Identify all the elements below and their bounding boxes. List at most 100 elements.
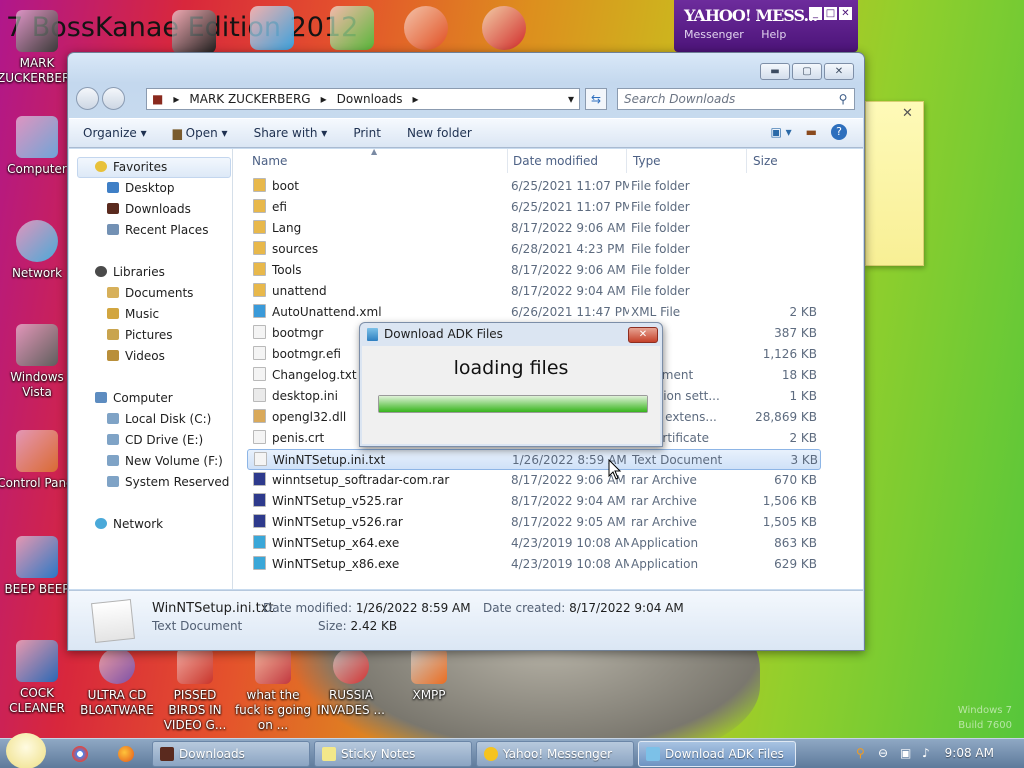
volume-icon[interactable]: ♪ xyxy=(922,746,930,760)
forward-icon[interactable] xyxy=(102,87,125,110)
file-size: 670 KB xyxy=(774,473,817,487)
back-icon[interactable] xyxy=(76,87,99,110)
maximize-button[interactable]: ▢ xyxy=(792,63,822,80)
nav-videos[interactable]: Videos xyxy=(107,346,165,367)
address-bar[interactable]: ■ ▸ MARK ZUCKERBERG ▸ Downloads ▸ ▾ xyxy=(146,88,580,110)
text-icon xyxy=(253,367,266,381)
desktop-icon-windows-vista[interactable]: Windows Vista xyxy=(0,324,77,400)
search-icon[interactable]: ⚲ xyxy=(832,92,854,106)
search-input[interactable]: Search Downloads ⚲ xyxy=(617,88,855,110)
desktop-icon-ultra-cd[interactable]: ULTRA CD BLOATWARE xyxy=(77,648,157,718)
desktop-icon-computer[interactable]: Computer xyxy=(0,116,77,177)
taskbar-download-adk[interactable]: Download ADK Files xyxy=(638,741,796,767)
column-type[interactable]: Type xyxy=(627,149,747,173)
close-icon[interactable]: ✕ xyxy=(839,7,852,20)
folder-app-icon[interactable] xyxy=(250,6,294,50)
network-tray-icon[interactable]: ▣ xyxy=(900,746,911,760)
sticky-note[interactable]: ✕ xyxy=(865,101,924,266)
xml-icon xyxy=(253,304,266,318)
download-dialog[interactable]: Download ADK Files ✕ loading files xyxy=(359,322,663,447)
yahoo-menu-messenger[interactable]: Messenger xyxy=(684,28,744,41)
open-button[interactable]: ▆ Open ▾ xyxy=(173,126,228,140)
refresh-icon[interactable]: ⇆ xyxy=(585,88,607,110)
nav-new-volume[interactable]: New Volume (F:) xyxy=(107,451,223,472)
file-row[interactable]: WinNTSetup_x64.exe 4/23/2019 10:08 AM Appl… xyxy=(247,533,821,554)
file-row[interactable]: WinNTSetup_x86.exe 4/23/2019 10:08 AM Appl… xyxy=(247,554,821,575)
nav-desktop[interactable]: Desktop xyxy=(107,178,175,199)
print-button[interactable]: Print xyxy=(353,126,381,140)
nav-libraries[interactable]: Libraries xyxy=(95,262,165,283)
column-date-modified[interactable]: Date modified xyxy=(507,149,627,173)
desktop-icon-xmpp[interactable]: XMPP xyxy=(389,648,469,703)
desktop-icon-beep-beep[interactable]: BEEP BEEP xyxy=(0,536,77,597)
file-row[interactable]: unattend 8/17/2022 9:04 AM File folder xyxy=(247,281,821,302)
minus-circle-icon[interactable]: ⊖ xyxy=(878,746,888,760)
desktop-icon-control-panel[interactable]: Control Panel xyxy=(0,430,77,491)
clock[interactable]: 9:08 AM xyxy=(945,746,994,760)
pictures-icon xyxy=(107,329,119,340)
organize-button[interactable]: Organize ▾ xyxy=(83,126,147,140)
nav-network[interactable]: Network xyxy=(95,514,163,535)
start-button[interactable] xyxy=(6,733,46,768)
nav-computer[interactable]: Computer xyxy=(95,388,173,409)
taskbar-sticky-notes[interactable]: Sticky Notes xyxy=(314,741,472,767)
nav-favorites[interactable]: Favorites xyxy=(95,157,167,178)
taskbar-yahoo-messenger[interactable]: Yahoo! Messenger xyxy=(476,741,634,767)
cmd-icon[interactable] xyxy=(172,10,216,54)
chevron-down-icon[interactable]: ▾ xyxy=(563,92,579,106)
dialog-close-button[interactable]: ✕ xyxy=(628,327,658,343)
minimize-icon[interactable]: _ xyxy=(809,7,822,20)
file-row[interactable]: WinNTSetup_v526.rar 8/17/2022 9:05 AM rar … xyxy=(247,512,821,533)
p-app-icon[interactable] xyxy=(404,6,448,50)
file-type: Application xyxy=(631,536,699,550)
nav-system-reserved[interactable]: System Reserved (Z: xyxy=(107,472,231,493)
file-row[interactable]: boot 6/25/2021 11:07 PM File folder xyxy=(247,176,821,197)
nav-pictures[interactable]: Pictures xyxy=(107,325,173,346)
user-folder-icon xyxy=(16,10,58,52)
desktop-icon-cock-cleaner[interactable]: COCK CLEANER xyxy=(0,640,77,716)
new-folder-button[interactable]: New folder xyxy=(407,126,472,140)
nav-cd-drive[interactable]: CD Drive (E:) xyxy=(107,430,203,451)
file-row[interactable]: winntsetup_softradar-com.rar 8/17/2022 9:… xyxy=(247,470,821,491)
preview-pane-icon[interactable]: ▬ xyxy=(806,125,817,139)
desktop-icon-network[interactable]: Network xyxy=(0,220,77,281)
file-row[interactable]: AutoUnattend.xml 6/26/2021 11:47 PM XML Fi… xyxy=(247,302,821,323)
sticky-close-icon[interactable]: ✕ xyxy=(902,106,913,121)
breadcrumb-downloads[interactable]: Downloads xyxy=(332,92,408,106)
firefox-icon[interactable] xyxy=(118,746,134,762)
file-name: desktop.ini xyxy=(272,389,338,403)
nav-downloads[interactable]: Downloads xyxy=(107,199,191,220)
file-row[interactable]: Tools 8/17/2022 9:06 AM File folder xyxy=(247,260,821,281)
chrome-icon[interactable] xyxy=(72,746,88,762)
taskbar-downloads[interactable]: Downloads xyxy=(152,741,310,767)
file-row[interactable]: efi 6/25/2021 11:07 PM File folder xyxy=(247,197,821,218)
desktop-icon-russia-invades[interactable]: RUSSIA INVADES ... xyxy=(311,648,391,718)
help-icon[interactable]: ? xyxy=(831,124,847,140)
desktop-icon-pissed-birds[interactable]: PISSED BIRDS IN VIDEO G... xyxy=(155,648,235,733)
view-options-icon[interactable]: ▣ ▾ xyxy=(770,125,791,139)
desktop-icon-mark-zuckerberg[interactable]: MARK ZUCKERBERG xyxy=(0,10,80,86)
yahoo-menu-help[interactable]: Help xyxy=(761,28,786,41)
file-row[interactable]: sources 6/28/2021 4:23 PM File folder xyxy=(247,239,821,260)
breadcrumb-user[interactable]: MARK ZUCKERBERG xyxy=(184,92,315,106)
yahoo-messenger-window[interactable]: YAHOO! MESS... _ □ ✕ Messenger Help xyxy=(674,0,858,52)
dialog-title: Download ADK Files xyxy=(384,327,503,341)
search-tray-icon[interactable]: ⚲ xyxy=(856,746,865,760)
nav-documents[interactable]: Documents xyxy=(107,283,193,304)
file-type: File folder xyxy=(631,284,690,298)
nav-recent-places[interactable]: Recent Places xyxy=(107,220,208,241)
dev-cpp-icon[interactable] xyxy=(482,6,526,50)
nav-local-disk[interactable]: Local Disk (C:) xyxy=(107,409,211,430)
file-row[interactable]: WinNTSetup_v525.rar 8/17/2022 9:04 AM rar … xyxy=(247,491,821,512)
file-row[interactable]: WinNTSetup.ini.txt 1/26/2022 8:59 AM Text … xyxy=(247,449,821,470)
desktop-icon-wtf[interactable]: what the fuck is going on ... xyxy=(233,648,313,733)
bad-piggies-icon[interactable] xyxy=(330,6,374,50)
close-button[interactable]: ✕ xyxy=(824,63,854,80)
file-row[interactable]: Lang 8/17/2022 9:06 AM File folder xyxy=(247,218,821,239)
nav-music[interactable]: Music xyxy=(107,304,159,325)
minimize-button[interactable]: ▬ xyxy=(760,63,790,80)
share-with-button[interactable]: Share with ▾ xyxy=(254,126,328,140)
cursor-icon xyxy=(608,459,622,480)
maximize-icon[interactable]: □ xyxy=(824,7,837,20)
column-size[interactable]: Size xyxy=(747,149,847,173)
